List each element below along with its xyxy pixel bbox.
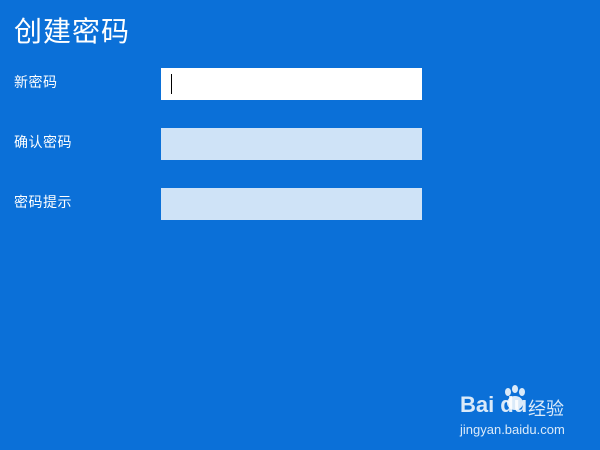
text-caret: [171, 74, 172, 94]
new-password-input[interactable]: [161, 68, 422, 100]
watermark-suffix: 经验: [528, 399, 564, 420]
confirm-password-label: 确认密码: [14, 135, 72, 151]
confirm-password-input[interactable]: [161, 128, 422, 160]
password-hint-label: 密码提示: [14, 195, 72, 211]
paw-icon: [505, 385, 525, 410]
password-hint-input[interactable]: [161, 188, 422, 220]
new-password-label: 新密码: [14, 75, 58, 91]
page-title: 创建密码: [14, 15, 131, 48]
watermark-url: jingyan.baidu.com: [460, 422, 565, 437]
watermark-brand-left: Bai: [460, 392, 495, 417]
